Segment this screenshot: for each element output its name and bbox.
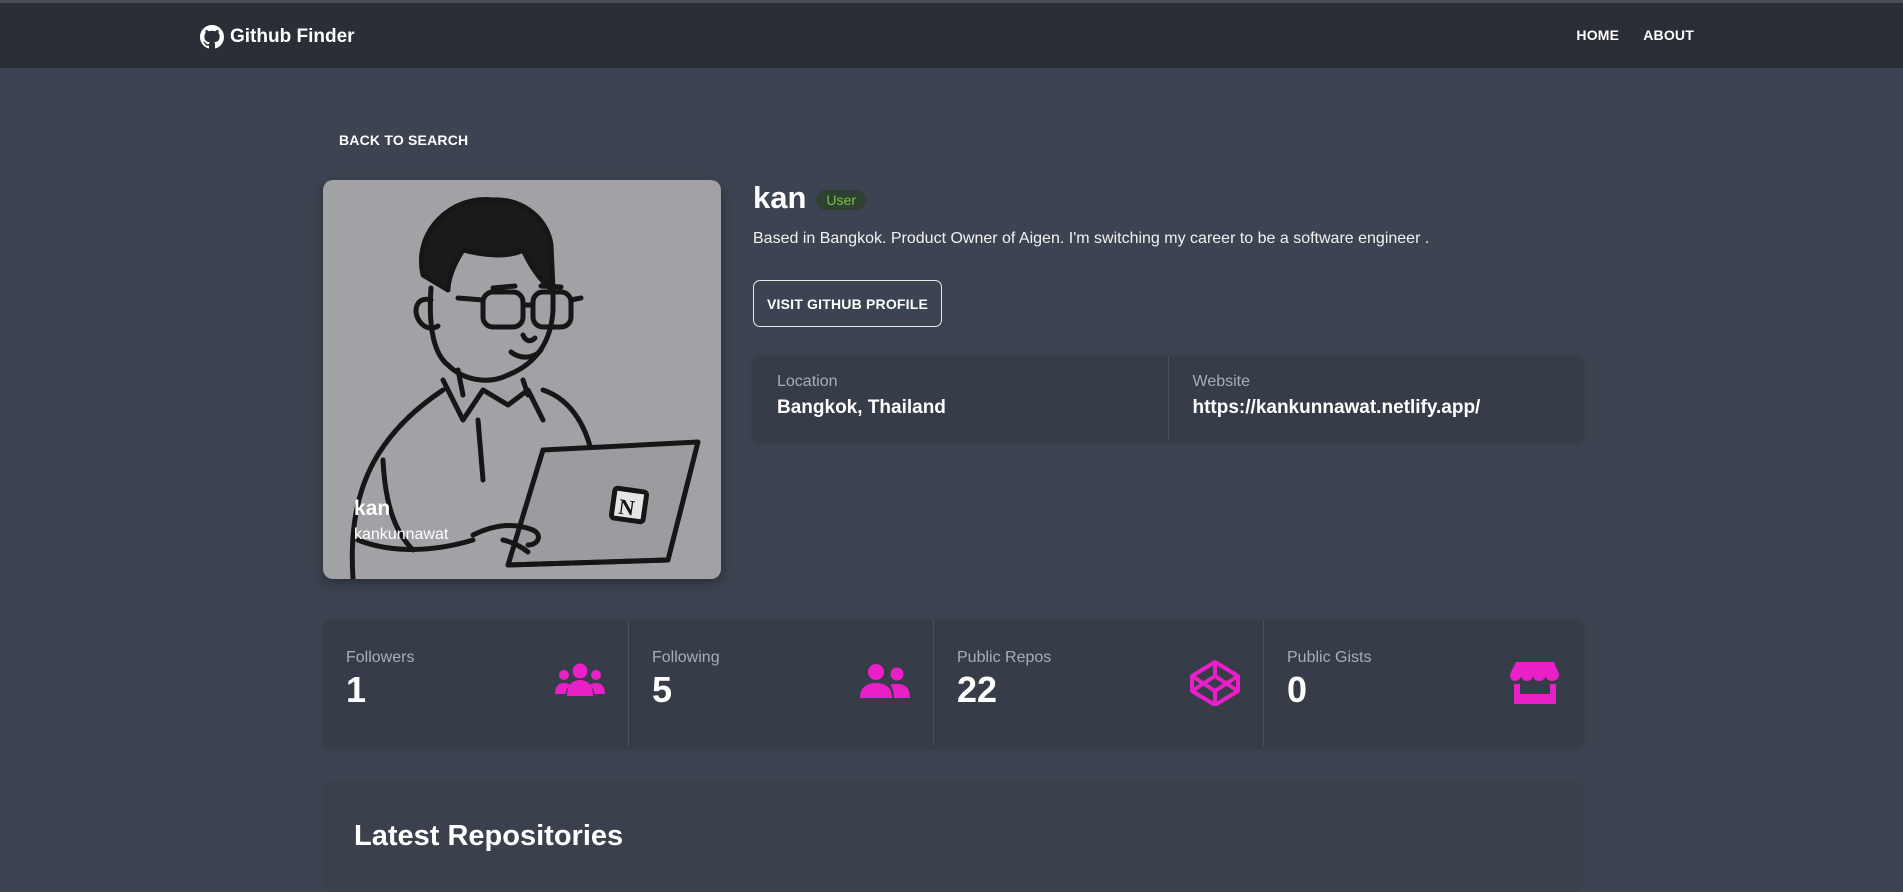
nav-about-link[interactable]: ABOUT (1643, 27, 1694, 43)
nav-home-link[interactable]: HOME (1576, 27, 1619, 43)
website-link[interactable]: https://kankunnawat.netlify.app/ (1193, 397, 1560, 419)
navbar: Github Finder HOME ABOUT (0, 0, 1903, 68)
top-nav: HOME ABOUT (1576, 27, 1694, 43)
website-label: Website (1192, 373, 1251, 390)
location-cell: Location Bangkok, Thailand (753, 356, 1168, 440)
stats-panel: Followers 1 Following 5 Public Repos 22 … (323, 620, 1583, 746)
users-icon (555, 663, 605, 696)
website-cell: Website https://kankunnawat.netlify.app/ (1167, 356, 1584, 440)
profile-header: kan User (753, 180, 866, 216)
stat-public-repos: Public Repos 22 (933, 620, 1263, 746)
profile-name: kan (753, 180, 807, 215)
back-to-search-button[interactable]: BACK TO SEARCH (323, 122, 484, 158)
profile-bio: Based in Bangkok. Product Owner of Aigen… (753, 230, 1430, 247)
codepen-icon (1190, 660, 1240, 706)
profile-info-panel: Location Bangkok, Thailand Website https… (753, 356, 1583, 440)
github-icon (200, 25, 224, 49)
user-type-badge: User (816, 190, 866, 210)
brand-link[interactable]: Github Finder (200, 24, 355, 50)
user-friends-icon (860, 664, 910, 698)
location-value: Bangkok, Thailand (777, 397, 946, 418)
avatar-name: kan (354, 497, 391, 520)
latest-repositories-heading: Latest Repositories (354, 820, 624, 852)
brand-label: Github Finder (230, 26, 355, 47)
store-icon (1510, 662, 1559, 704)
location-label: Location (777, 373, 838, 390)
stat-followers: Followers 1 (323, 620, 628, 746)
latest-repositories-panel: Latest Repositories (323, 782, 1583, 892)
visit-github-profile-button[interactable]: VISIT GITHUB PROFILE (753, 280, 942, 327)
avatar-card: N kan kankunnawat (323, 180, 721, 579)
stat-following: Following 5 (628, 620, 933, 746)
stat-public-gists: Public Gists 0 (1263, 620, 1583, 746)
avatar-login: kankunnawat (354, 526, 449, 543)
